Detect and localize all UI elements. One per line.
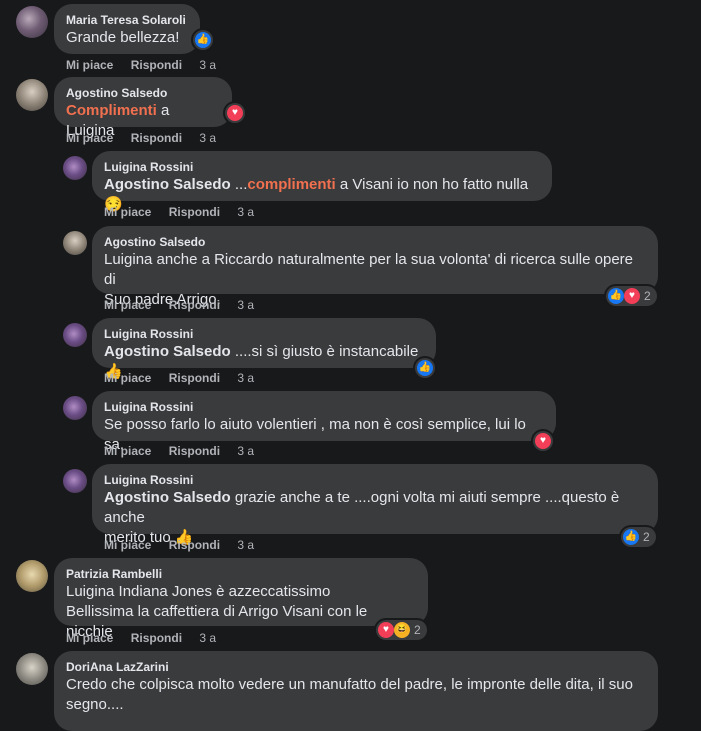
comment-author[interactable]: Luigina Rossini [104, 326, 424, 342]
comment-actions: Mi piace Rispondi 3 a [104, 371, 268, 385]
reply-link[interactable]: Rispondi [169, 538, 220, 552]
love-reaction-icon: ♥ [227, 105, 243, 121]
like-reaction-icon: 👍 [623, 529, 639, 545]
mention-link[interactable]: Agostino Salsedo [104, 489, 231, 506]
comment-actions: Mi piace Rispondi 3 a [66, 631, 230, 645]
comment-author[interactable]: Luigina Rossini [104, 472, 646, 488]
avatar[interactable] [16, 6, 48, 38]
timestamp[interactable]: 3 a [199, 131, 216, 145]
comment-author[interactable]: Agostino Salsedo [66, 85, 220, 101]
reply-link[interactable]: Rispondi [131, 131, 182, 145]
avatar[interactable] [63, 231, 87, 255]
text-rest: ....si sì giusto è instancabile [230, 343, 419, 360]
timestamp[interactable]: 3 a [237, 298, 254, 312]
timestamp[interactable]: 3 a [237, 538, 254, 552]
love-reaction-icon: ♥ [535, 433, 551, 449]
comment-bubble: DoriAna LazZarini Credo che colpisca mol… [54, 651, 658, 731]
comment-text-line: Luigina anche a Riccardo naturalmente pe… [104, 251, 634, 288]
comment-bubble: Maria Teresa Solaroli Grande bellezza! [54, 4, 200, 54]
reaction-summary[interactable]: 👍 [193, 30, 213, 50]
reaction-summary[interactable]: 👍 ♥ 2 [606, 286, 657, 306]
reaction-summary[interactable]: 👍 [415, 358, 435, 378]
comment-actions: Mi piace Rispondi 3 a [104, 538, 268, 552]
reply-link[interactable]: Rispondi [169, 205, 220, 219]
love-reaction-icon: ♥ [624, 288, 640, 304]
comment-bubble: Luigina Rossini Se posso farlo lo aiuto … [92, 391, 556, 453]
avatar[interactable] [63, 469, 87, 493]
comment-author[interactable]: Maria Teresa Solaroli [66, 12, 188, 28]
avatar[interactable] [63, 323, 87, 347]
comment-text-line: Agostino Salsedo grazie anche a te ....o… [104, 488, 646, 528]
like-link[interactable]: Mi piace [104, 538, 151, 552]
reply-link[interactable]: Rispondi [131, 631, 182, 645]
avatar[interactable] [16, 653, 48, 685]
timestamp[interactable]: 3 a [199, 631, 216, 645]
timestamp[interactable]: 3 a [237, 444, 254, 458]
reaction-summary[interactable]: ♥ [533, 431, 553, 451]
haha-reaction-icon: 😆 [394, 622, 410, 638]
reply-link[interactable]: Rispondi [131, 58, 182, 72]
comment-bubble: Luigina Rossini Agostino Salsedo ....si … [92, 318, 436, 380]
comment-bubble: Patrizia Rambelli Luigina Indiana Jones … [54, 558, 428, 640]
mention-link[interactable]: Agostino Salsedo [104, 343, 231, 360]
comment-text: Grande bellezza! [66, 29, 180, 46]
comment-actions: Mi piace Rispondi 3 a [104, 444, 268, 458]
timestamp[interactable]: 3 a [199, 58, 216, 72]
comment-actions: Mi piace Rispondi 3 a [66, 131, 230, 145]
highlighted-word: complimenti [247, 176, 336, 193]
highlighted-word: Complimenti [66, 102, 157, 119]
like-link[interactable]: Mi piace [104, 371, 151, 385]
comment-actions: Mi piace Rispondi 3 a [104, 205, 268, 219]
reply-link[interactable]: Rispondi [169, 371, 220, 385]
timestamp[interactable]: 3 a [237, 205, 254, 219]
like-link[interactable]: Mi piace [104, 205, 151, 219]
like-link[interactable]: Mi piace [66, 631, 113, 645]
comment-text-line: Credo che colpisca molto vedere un manuf… [66, 676, 633, 693]
avatar[interactable] [63, 156, 87, 180]
comment-actions: Mi piace Rispondi 3 a [104, 298, 268, 312]
text-rest: a Visani io non ho fatto nulla [335, 176, 529, 193]
reply-link[interactable]: Rispondi [169, 444, 220, 458]
reaction-summary[interactable]: ♥ 😆 2 [376, 620, 427, 640]
reaction-count: 2 [644, 289, 651, 303]
love-reaction-icon: ♥ [378, 622, 394, 638]
timestamp[interactable]: 3 a [237, 371, 254, 385]
comment-text-line: segno.... [66, 696, 124, 713]
comment-text-line: Luigina Indiana Jones è azzeccatissimo [66, 583, 331, 600]
comment-author[interactable]: Agostino Salsedo [104, 234, 646, 250]
like-link[interactable]: Mi piace [104, 298, 151, 312]
like-link[interactable]: Mi piace [66, 131, 113, 145]
reply-link[interactable]: Rispondi [169, 298, 220, 312]
comment-actions: Mi piace Rispondi 3 a [66, 58, 230, 72]
like-link[interactable]: Mi piace [104, 444, 151, 458]
like-reaction-icon: 👍 [417, 360, 433, 376]
mention-link[interactable]: Agostino Salsedo [104, 176, 231, 193]
like-reaction-icon: 👍 [195, 32, 211, 48]
avatar[interactable] [16, 560, 48, 592]
comment-author[interactable]: Luigina Rossini [104, 159, 540, 175]
comment-bubble: Agostino Salsedo Luigina anche a Riccard… [92, 226, 658, 308]
comment-author[interactable]: Patrizia Rambelli [66, 566, 416, 582]
comment-author[interactable]: Luigina Rossini [104, 399, 544, 415]
reaction-summary[interactable]: ♥ [225, 103, 245, 123]
reaction-summary[interactable]: 👍 2 [621, 527, 656, 547]
comment-bubble: Luigina Rossini Agostino Salsedo grazie … [92, 464, 658, 546]
comment-author[interactable]: DoriAna LazZarini [66, 659, 646, 675]
reaction-count: 2 [643, 530, 650, 544]
comment-bubble: Luigina Rossini Agostino Salsedo ...comp… [92, 151, 552, 213]
avatar[interactable] [16, 79, 48, 111]
like-reaction-icon: 👍 [608, 288, 624, 304]
reaction-count: 2 [414, 623, 421, 637]
like-link[interactable]: Mi piace [66, 58, 113, 72]
comment-bubble: Agostino Salsedo Complimenti a Luigina [54, 77, 232, 139]
text-pre: ... [230, 176, 248, 193]
avatar[interactable] [63, 396, 87, 420]
